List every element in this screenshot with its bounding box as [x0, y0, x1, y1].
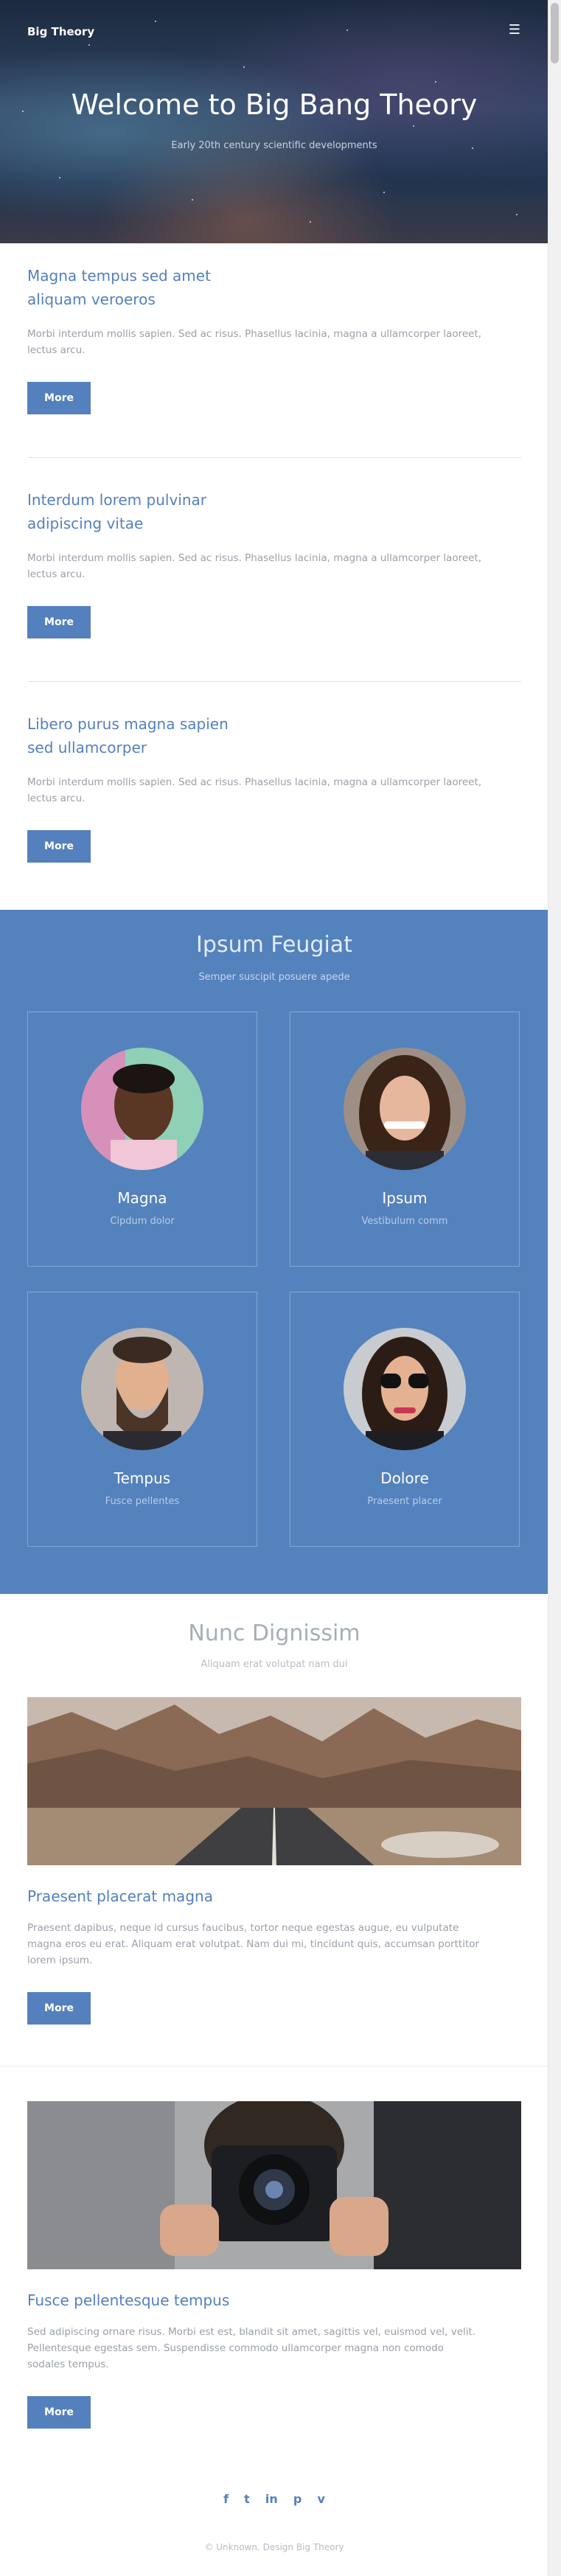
- feature-1: Praesent placerat magna Praesent dapibus…: [27, 1884, 521, 2025]
- copyright: © Unknown. Design Big Theory: [204, 2542, 344, 2552]
- article-text-line: lectus arcu.: [27, 793, 86, 804]
- article-title-line: adipiscing vitae: [27, 515, 144, 532]
- avatar: [81, 1328, 203, 1450]
- team-title: Ipsum Feugiat: [196, 932, 352, 958]
- article-text: Morbi interdum mollis sapien. Sed ac ris…: [27, 326, 521, 358]
- scrollbar[interactable]: [548, 0, 561, 2576]
- article-3: Libero purus magna sapien sed ullamcorpe…: [27, 712, 521, 863]
- hero-title: Welcome to Big Bang Theory: [71, 88, 478, 121]
- more-button[interactable]: More: [27, 1992, 91, 2025]
- article-text: Morbi interdum mollis sapien. Sed ac ris…: [27, 550, 521, 582]
- feature-title: Fusce pellentesque tempus: [27, 2291, 230, 2309]
- avatar: [344, 1328, 466, 1450]
- avatar: [344, 1048, 466, 1170]
- avatar: [81, 1048, 203, 1170]
- linkedin-icon[interactable]: in: [265, 2492, 278, 2506]
- features-subtitle: Aliquam erat volutpat nam dui: [201, 1659, 348, 1670]
- feature-text-line: magna eros eu erat. Aliquam erat volutpa…: [27, 1938, 480, 1950]
- site-logo[interactable]: Big Theory: [27, 25, 94, 38]
- article-title-line: aliquam veroeros: [27, 290, 156, 308]
- feature-text-line: lorem ipsum.: [27, 1954, 93, 1966]
- article-text-line: Morbi interdum mollis sapien. Sed ac ris…: [27, 552, 482, 564]
- member-name: Dolore: [380, 1469, 429, 1487]
- hamburger-menu-icon[interactable]: ☰: [506, 22, 523, 38]
- mountain-road-photo-icon: [27, 1697, 521, 1865]
- article-title-line: Magna tempus sed amet: [27, 267, 211, 285]
- vimeo-icon[interactable]: v: [317, 2492, 324, 2506]
- article-title-line: Libero purus magna sapien: [27, 715, 229, 733]
- hero-subtitle: Early 20th century scientific developmen…: [171, 140, 377, 151]
- article-text: Morbi interdum mollis sapien. Sed ac ris…: [27, 774, 521, 807]
- feature-text-line: Pellentesque egestas sem. Suspendisse co…: [27, 2342, 444, 2354]
- member-role: Cipdum dolor: [110, 1216, 175, 1227]
- member-name: Ipsum: [382, 1189, 428, 1207]
- member-name: Magna: [117, 1189, 167, 1207]
- feature-text-line: Praesent dapibus, neque id cursus faucib…: [27, 1922, 459, 1934]
- feature-text-line: sodales tempus.: [27, 2359, 109, 2370]
- article-2: Interdum lorem pulvinar adipiscing vitae…: [27, 488, 521, 638]
- article-1: Magna tempus sed amet aliquam veroeros M…: [27, 264, 521, 414]
- feature-2: Fusce pellentesque tempus Sed adipiscing…: [27, 2288, 521, 2429]
- article-text-line: lectus arcu.: [27, 344, 86, 356]
- feature-text-line: Sed adipiscing ornare risus. Morbi est e…: [27, 2326, 476, 2338]
- divider: [0, 2066, 548, 2067]
- article-title: Magna tempus sed amet aliquam veroeros: [27, 264, 521, 311]
- article-title: Libero purus magna sapien sed ullamcorpe…: [27, 712, 521, 759]
- team-card: Magna Cipdum dolor: [27, 1012, 257, 1267]
- article-title: Interdum lorem pulvinar adipiscing vitae: [27, 488, 521, 535]
- member-role: Vestibulum comm: [361, 1216, 448, 1227]
- team-section: Ipsum Feugiat Semper suscipit posuere ap…: [0, 910, 548, 1594]
- twitter-icon[interactable]: t: [244, 2492, 250, 2506]
- team-subtitle: Semper suscipit posuere apede: [198, 972, 350, 983]
- scrollbar-thumb[interactable]: [551, 3, 559, 63]
- feature-text: Sed adipiscing ornare risus. Morbi est e…: [27, 2324, 521, 2373]
- article-text-line: Morbi interdum mollis sapien. Sed ac ris…: [27, 328, 482, 340]
- facebook-icon[interactable]: f: [223, 2492, 229, 2506]
- divider: [27, 457, 521, 458]
- features-title: Nunc Dignissim: [188, 1621, 360, 1646]
- more-button[interactable]: More: [27, 606, 91, 638]
- team-card: Tempus Fusce pellentes: [27, 1292, 257, 1547]
- article-text-line: lectus arcu.: [27, 568, 86, 580]
- divider: [27, 681, 521, 682]
- more-button[interactable]: More: [27, 382, 91, 414]
- member-role: Praesent placer: [367, 1496, 442, 1507]
- more-button[interactable]: More: [27, 830, 91, 863]
- feature-title: Praesent placerat magna: [27, 1887, 213, 1905]
- team-card: Dolore Praesent placer: [290, 1292, 520, 1547]
- social-links: f t in p v: [0, 2492, 548, 2506]
- member-name: Tempus: [114, 1469, 171, 1487]
- hero-banner: Big Theory ☰ Welcome to Big Bang Theory …: [0, 0, 548, 243]
- pinterest-icon[interactable]: p: [293, 2492, 302, 2506]
- article-title-line: Interdum lorem pulvinar: [27, 491, 206, 509]
- feature-text: Praesent dapibus, neque id cursus faucib…: [27, 1920, 521, 1968]
- team-card: Ipsum Vestibulum comm: [290, 1012, 520, 1267]
- camera-photographer-photo-icon: [27, 2101, 521, 2269]
- member-role: Fusce pellentes: [105, 1496, 180, 1507]
- more-button[interactable]: More: [27, 2396, 91, 2429]
- article-title-line: sed ullamcorper: [27, 739, 147, 756]
- article-text-line: Morbi interdum mollis sapien. Sed ac ris…: [27, 776, 482, 788]
